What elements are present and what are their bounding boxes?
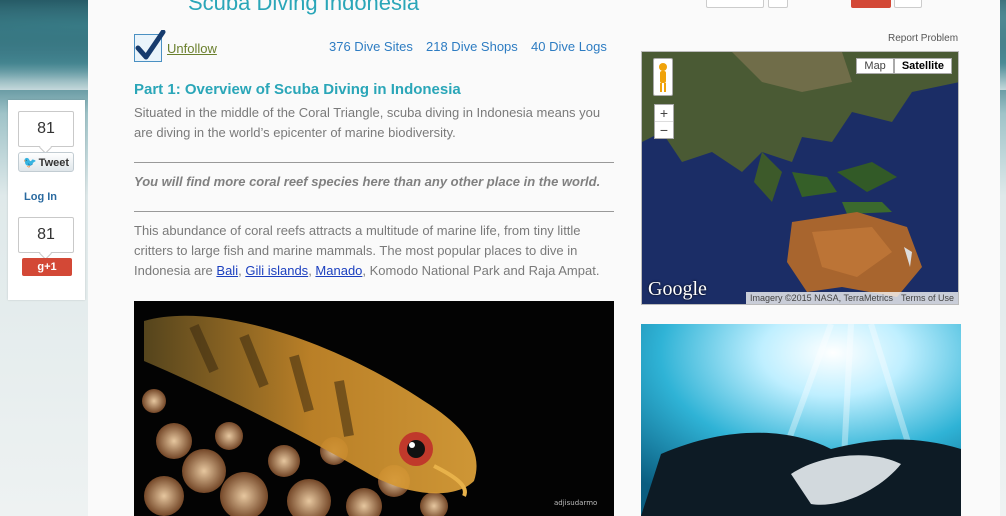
dive-sites-link[interactable]: 376 Dive Sites	[329, 39, 413, 54]
zoom-controls: + −	[654, 104, 674, 139]
zoom-in-button[interactable]: +	[655, 105, 673, 121]
pull-quote: You will find more coral reef species he…	[134, 174, 601, 189]
gili-islands-link[interactable]: Gili islands	[245, 263, 308, 278]
twitter-bird-icon: 🐦	[22, 157, 37, 169]
gplus-count: 81	[18, 217, 74, 253]
top-gplus-button[interactable]	[851, 0, 891, 8]
bali-link[interactable]: Bali	[216, 263, 238, 278]
follow-checkbox[interactable]	[134, 30, 166, 62]
map-view-button[interactable]: Map	[856, 58, 894, 74]
login-link[interactable]: Log In	[24, 191, 57, 203]
manta-ray-photo	[641, 324, 961, 516]
zoom-out-button[interactable]: −	[655, 121, 673, 138]
map-attribution: Imagery ©2015 NASA, TerraMetrics Terms o…	[745, 292, 958, 304]
gplus-button[interactable]: g+1	[22, 258, 72, 276]
body-text-end: , Komodo National Park and Raja Ampat.	[362, 263, 600, 278]
map-type-toggle: Map Satellite	[856, 58, 952, 74]
dive-logs-link[interactable]: 40 Dive Logs	[531, 39, 607, 54]
satellite-map	[642, 52, 958, 304]
body-paragraph: This abundance of coral reefs attracts a…	[134, 221, 614, 281]
tweet-count: 81	[18, 111, 74, 147]
checkmark-icon	[135, 30, 166, 60]
terms-of-use-link[interactable]: Terms of Use	[896, 292, 958, 304]
divider-bottom	[134, 211, 614, 212]
top-count-chip	[768, 0, 788, 8]
unfollow-link[interactable]: Unfollow	[167, 41, 217, 56]
intro-paragraph: Situated in the middle of the Coral Tria…	[134, 105, 601, 140]
page-title: Scuba Diving Indonesia	[188, 0, 420, 15]
section-heading: Part 1: Overview of Scuba Diving in Indo…	[134, 81, 461, 98]
top-tweet-button[interactable]	[706, 0, 764, 8]
street-view-pegman-icon[interactable]	[653, 58, 673, 96]
tweet-label: Tweet	[38, 157, 70, 169]
manado-link[interactable]: Manado	[315, 263, 362, 278]
dive-shops-link[interactable]: 218 Dive Shops	[426, 39, 518, 54]
report-problem-link[interactable]: Report Problem	[888, 33, 958, 44]
google-logo: Google	[648, 278, 707, 300]
top-gplus-count	[894, 0, 922, 8]
map-widget[interactable]: + − Map Satellite Google Imagery ©2015 N…	[641, 51, 959, 305]
imagery-credit: Imagery ©2015 NASA, TerraMetrics	[745, 292, 897, 304]
photo-credit: adjisudarmo	[554, 499, 597, 507]
goby-fish-photo: adjisudarmo	[134, 301, 614, 516]
divider-top	[134, 162, 614, 163]
main-content: Scuba Diving Indonesia Unfollow 376 Dive…	[88, 0, 1000, 516]
social-share-bar: 81 🐦 Tweet Log In 81 g+1	[8, 100, 85, 300]
satellite-view-button[interactable]: Satellite	[893, 58, 952, 74]
top-social-buttons	[706, 0, 966, 8]
tweet-button[interactable]: 🐦 Tweet	[18, 152, 74, 172]
